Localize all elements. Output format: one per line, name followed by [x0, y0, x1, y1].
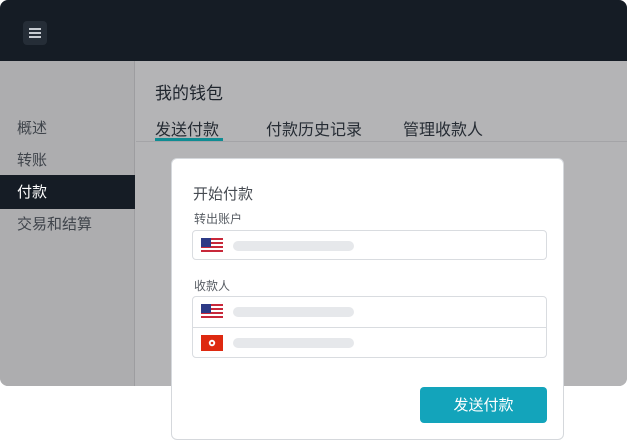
account-placeholder — [233, 241, 354, 251]
us-flag-icon — [201, 238, 223, 254]
sidebar-item-transfer[interactable]: 转账 — [0, 143, 135, 177]
dialog-title: 开始付款 — [193, 185, 254, 203]
recipient-list — [192, 296, 547, 358]
start-payment-dialog: 开始付款 转出账户 收款人 发送付款 — [171, 158, 564, 440]
recipient-placeholder — [233, 338, 354, 348]
hk-flag-icon — [201, 335, 223, 351]
page-title: 我的钱包 — [155, 84, 223, 104]
recipient-row[interactable] — [193, 297, 546, 327]
tab-manage-recipients[interactable]: 管理收款人 — [403, 116, 483, 140]
sidebar-item-transactions-settlement[interactable]: 交易和结算 — [0, 207, 135, 241]
tab-send-payment[interactable]: 发送付款 — [155, 116, 219, 140]
sidebar-item-payments[interactable]: 付款 — [0, 175, 135, 209]
recipient-label: 收款人 — [194, 279, 231, 293]
from-account-label: 转出账户 — [194, 212, 243, 226]
sidebar: 概述 转账 付款 交易和结算 — [0, 61, 135, 386]
sidebar-item-overview[interactable]: 概述 — [0, 111, 135, 145]
recipient-placeholder — [233, 307, 354, 317]
tab-payment-history[interactable]: 付款历史记录 — [266, 116, 362, 140]
from-account-field[interactable] — [192, 230, 547, 260]
us-flag-icon — [201, 304, 223, 320]
top-bar — [0, 0, 627, 61]
hamburger-menu-icon[interactable] — [23, 21, 47, 45]
from-account-row[interactable] — [193, 231, 546, 261]
tab-divider — [136, 141, 627, 142]
send-payment-button[interactable]: 发送付款 — [420, 387, 547, 423]
recipient-row[interactable] — [193, 327, 546, 357]
